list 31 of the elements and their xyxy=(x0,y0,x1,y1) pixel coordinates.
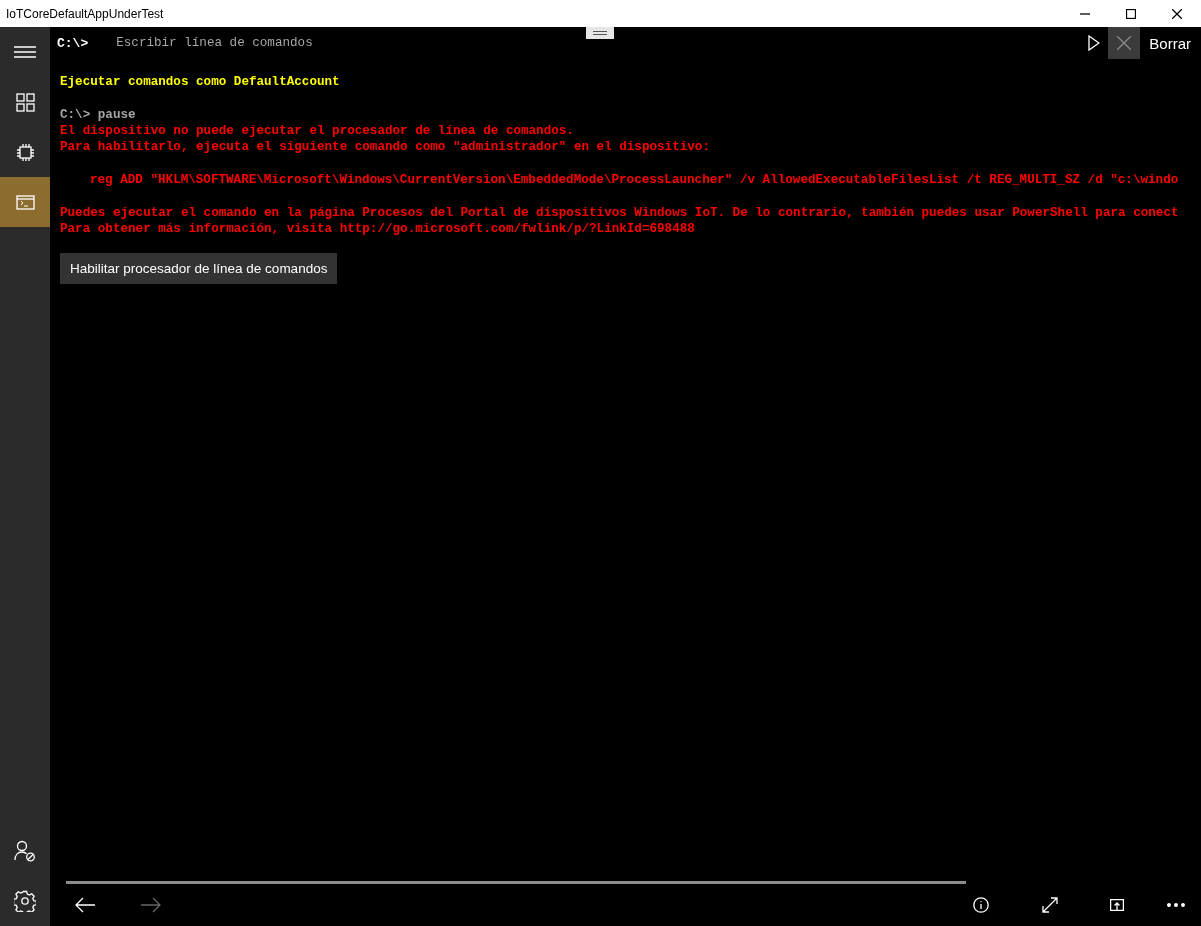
command-line: reg ADD "HKLM\SOFTWARE\Microsoft\Windows\CurrentVersion\EmbeddedMode\ProcessLauncher" /v AllowedExecutableFilesList /t REG_MULTI_SZ /d "c:\windo xyxy=(89,172,1180,188)
settings-icon xyxy=(14,890,36,912)
command-prompt: C:\> xyxy=(57,35,89,51)
command-prompt-icon xyxy=(15,192,35,212)
info-line: Ejecutar comandos como DefaultAccount xyxy=(60,74,341,90)
play-icon xyxy=(1088,35,1101,51)
echo-line: C:\> pause xyxy=(60,107,137,123)
clear-button[interactable]: Borrar xyxy=(1140,27,1201,59)
menu-icon xyxy=(14,44,36,60)
close-icon xyxy=(1117,36,1132,50)
clear-input-button[interactable] xyxy=(1108,27,1141,59)
back-arrow-icon xyxy=(75,897,95,913)
error-line: Para habilitarlo, ejecuta el siguiente comando como "administrador" en el dispositivo: xyxy=(60,139,711,155)
screen-upload-icon xyxy=(1110,899,1124,911)
close-icon xyxy=(1172,8,1182,19)
enable-button[interactable]: Habilitar procesador de línea de comandos xyxy=(60,253,338,284)
command-input[interactable]: Escribir línea de comandos xyxy=(116,29,1081,57)
error-line: Para obtener más información, visita http://go.microsoft.com/fwlink/p/?LinkId=698488 xyxy=(60,221,696,237)
dashboard-icon xyxy=(15,92,35,112)
chip-icon xyxy=(15,142,35,162)
maximize-icon xyxy=(1126,8,1136,19)
more-icon xyxy=(1167,903,1185,907)
grip-icon xyxy=(593,30,607,36)
expand-icon xyxy=(1042,897,1058,913)
info-icon xyxy=(973,897,989,913)
drag-handle[interactable] xyxy=(586,27,614,39)
error-line: Puedes ejecutar el comando en la página Procesos del Portal de dispositivos Windows IoT. De lo contrario, también puedes usar PowerShell para conect xyxy=(60,205,1180,221)
window-title: IoTCoreDefaultAppUnderTest xyxy=(5,6,165,21)
error-line: El dispositivo no puede ejecutar el procesador de línea de comandos. xyxy=(60,123,575,139)
forward-arrow-icon xyxy=(141,897,161,913)
user-blocked-icon xyxy=(14,840,36,862)
